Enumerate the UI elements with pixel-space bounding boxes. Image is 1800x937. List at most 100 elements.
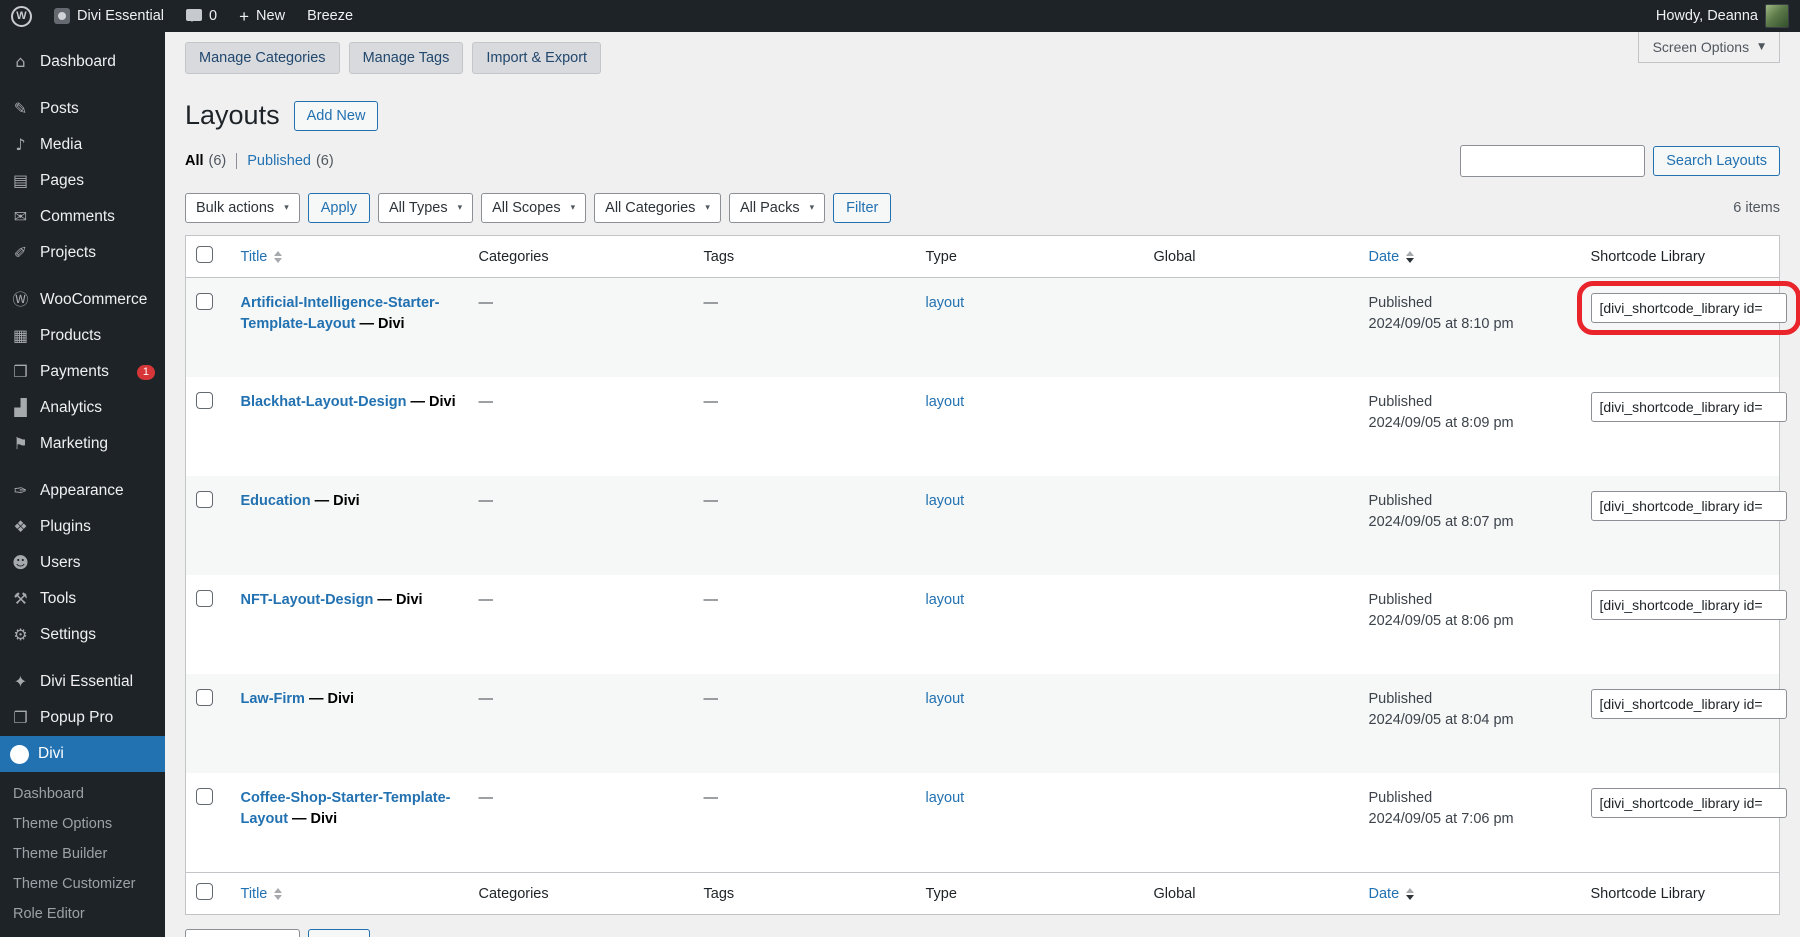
title-suffix: — Divi <box>309 691 354 707</box>
shortcode-input[interactable] <box>1591 293 1787 323</box>
divi-submenu-item[interactable]: Role Editor <box>0 899 165 929</box>
sidebar-item[interactable]: ♪ Media <box>0 127 165 163</box>
divi-submenu-item[interactable]: Theme Customizer <box>0 869 165 899</box>
select-all-checkbox-footer[interactable] <box>196 883 213 900</box>
tablenav-actions-bottom: Bulk actions ▾ Apply <box>185 929 370 937</box>
sidebar-item[interactable]: ▤ Pages <box>0 163 165 199</box>
sidebar-item[interactable]: ❐ Popup Pro <box>0 700 165 736</box>
sidebar-item[interactable]: ❒ Payments 1 <box>0 354 165 390</box>
layout-title-link[interactable]: Law-Firm <box>241 691 305 707</box>
apply-button-bottom[interactable]: Apply <box>308 929 370 937</box>
shortcode-input[interactable] <box>1591 788 1787 818</box>
filter-select[interactable]: All Packs ▾ <box>729 193 825 223</box>
search-input[interactable] <box>1460 145 1645 177</box>
sidebar-item[interactable] <box>0 271 165 282</box>
filter-select[interactable]: All Scopes ▾ <box>481 193 586 223</box>
view-link[interactable]: Published (6) <box>247 153 333 169</box>
view-item: All (6) <box>185 153 226 169</box>
column-header-date: Date <box>1369 249 1400 265</box>
view-link[interactable]: All (6) <box>185 153 226 169</box>
sidebar-item[interactable]: ✐ Projects <box>0 235 165 271</box>
sort-by-date-footer[interactable]: Date <box>1369 886 1415 902</box>
breeze-menu[interactable]: Breeze <box>296 0 364 32</box>
sidebar-item[interactable]: ☻ Users <box>0 545 165 581</box>
comments-menu[interactable]: 0 <box>175 0 228 32</box>
row-checkbox[interactable] <box>196 590 213 607</box>
add-new-button[interactable]: Add New <box>294 101 379 131</box>
menu-label: WooCommerce <box>40 291 155 309</box>
layout-title-link[interactable]: Blackhat-Layout-Design <box>241 394 407 410</box>
sidebar-item[interactable]: ▦ Products <box>0 318 165 354</box>
chevron-down-icon: ▾ <box>284 203 289 213</box>
menu-label: Users <box>40 554 155 572</box>
sort-by-title-footer[interactable]: Title <box>241 886 283 902</box>
divi-submenu-item[interactable]: Divi Library <box>0 929 165 937</box>
layout-title-link[interactable]: Coffee-Shop-Starter-Template-Layout <box>241 790 451 827</box>
sidebar-item[interactable]: ⚒ Tools <box>0 581 165 617</box>
search-box: Search Layouts <box>1460 145 1780 177</box>
sidebar-item[interactable] <box>0 80 165 91</box>
sidebar-item[interactable]: ⚙ Settings <box>0 617 165 653</box>
shortcode-input[interactable] <box>1591 392 1787 422</box>
row-checkbox[interactable] <box>196 689 213 706</box>
bulk-actions-select[interactable]: Bulk actions ▾ <box>185 193 300 223</box>
sidebar-item[interactable]: D Divi <box>0 736 165 772</box>
row-checkbox[interactable] <box>196 788 213 805</box>
shortcode-input[interactable] <box>1591 590 1787 620</box>
select-all-checkbox[interactable] <box>196 246 213 263</box>
sidebar-item[interactable]: ✎ Posts <box>0 91 165 127</box>
type-link[interactable]: layout <box>926 295 965 311</box>
type-link[interactable]: layout <box>926 790 965 806</box>
divi-submenu-item[interactable]: Dashboard <box>0 779 165 809</box>
sidebar-item[interactable]: ✑ Appearance <box>0 473 165 509</box>
menu-icon: ⌂ <box>10 54 31 70</box>
filter-select[interactable]: All Types ▾ <box>378 193 473 223</box>
row-checkbox[interactable] <box>196 293 213 310</box>
screen-options-toggle[interactable]: Screen Options ▼ <box>1638 32 1780 63</box>
search-button[interactable]: Search Layouts <box>1653 146 1780 176</box>
view-count: (6) <box>209 153 227 169</box>
library-tool-button[interactable]: Manage Categories <box>185 42 340 74</box>
type-link[interactable]: layout <box>926 394 965 410</box>
sort-by-date[interactable]: Date <box>1369 249 1415 265</box>
sidebar-item[interactable]: Ⓦ WooCommerce <box>0 282 165 318</box>
wp-logo-menu[interactable]: W <box>0 0 43 32</box>
divi-submenu-item[interactable]: Theme Builder <box>0 839 165 869</box>
sidebar-item[interactable]: ✦ Divi Essential <box>0 664 165 700</box>
shortcode-input[interactable] <box>1591 689 1787 719</box>
row-checkbox[interactable] <box>196 392 213 409</box>
menu-label: Popup Pro <box>40 709 155 727</box>
my-account-menu[interactable]: Howdy, Deanna <box>1645 0 1800 32</box>
column-header-global: Global <box>1154 249 1196 265</box>
layout-title-link[interactable]: Artificial-Intelligence-Starter-Template… <box>241 295 440 332</box>
type-link[interactable]: layout <box>926 493 965 509</box>
new-content-menu[interactable]: + New <box>228 0 296 32</box>
type-link[interactable]: layout <box>926 592 965 608</box>
sidebar-item[interactable] <box>0 462 165 473</box>
type-link[interactable]: layout <box>926 691 965 707</box>
divi-submenu-item[interactable]: Theme Options <box>0 809 165 839</box>
apply-button[interactable]: Apply <box>308 193 370 223</box>
sidebar-item[interactable]: ▟ Analytics <box>0 390 165 426</box>
bulk-actions-select-bottom[interactable]: Bulk actions ▾ <box>185 929 300 937</box>
user-avatar <box>1765 4 1789 28</box>
row-checkbox[interactable] <box>196 491 213 508</box>
sidebar-item[interactable] <box>0 653 165 664</box>
site-name-menu[interactable]: Divi Essential <box>43 0 175 32</box>
sort-by-title[interactable]: Title <box>241 249 283 265</box>
filter-select-value: All Categories <box>605 200 695 216</box>
global-cell <box>1144 278 1359 378</box>
comments-count: 0 <box>209 8 217 24</box>
library-tool-button[interactable]: Import & Export <box>472 42 601 74</box>
layout-title-link[interactable]: Education <box>241 493 311 509</box>
sidebar-item[interactable]: ❖ Plugins <box>0 509 165 545</box>
filter-select[interactable]: All Categories ▾ <box>594 193 721 223</box>
sidebar-item[interactable]: ✉ Comments <box>0 199 165 235</box>
layout-title-link[interactable]: NFT-Layout-Design <box>241 592 374 608</box>
table-row: Law-Firm— Divi — — layout Published 2024… <box>186 674 1780 773</box>
library-tool-button[interactable]: Manage Tags <box>349 42 464 74</box>
sidebar-item[interactable]: ⌂ Dashboard <box>0 44 165 80</box>
filter-button[interactable]: Filter <box>833 193 891 223</box>
sidebar-item[interactable]: ⚑ Marketing <box>0 426 165 462</box>
shortcode-input[interactable] <box>1591 491 1787 521</box>
